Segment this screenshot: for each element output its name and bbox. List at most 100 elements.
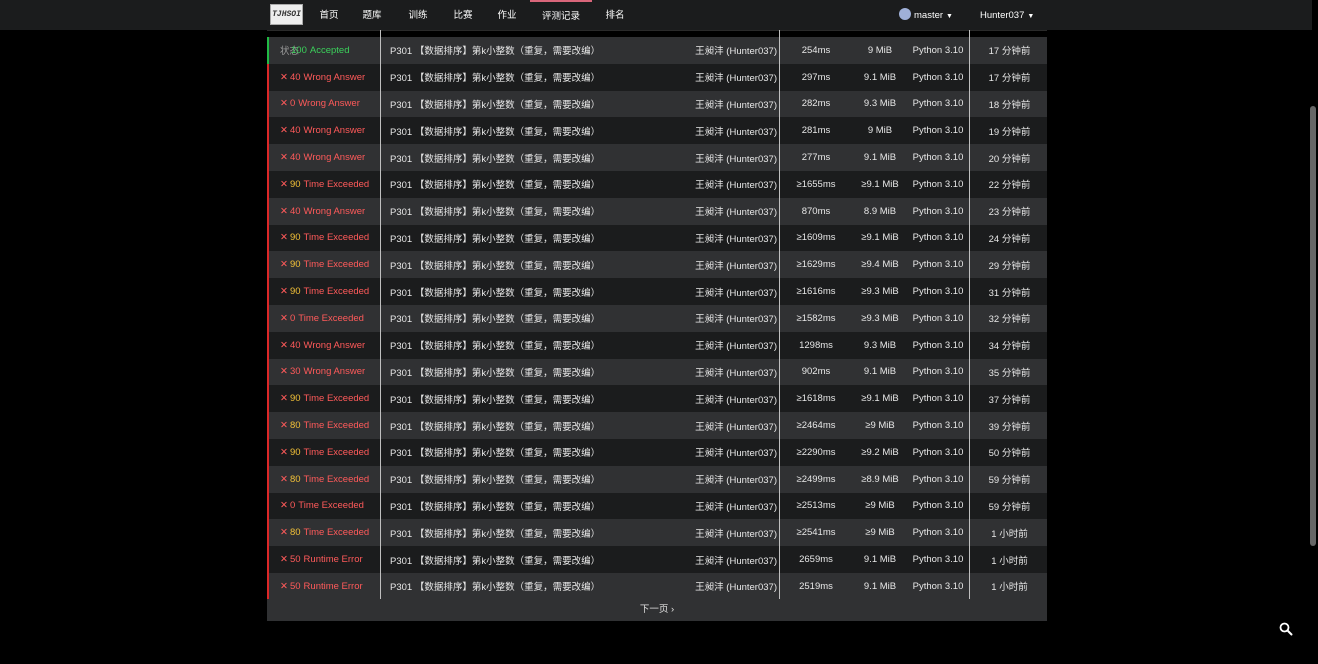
result-label[interactable]: Time Exceeded <box>304 232 370 243</box>
submitter-link[interactable]: 王昶沣 (Hunter037) <box>695 412 777 439</box>
nav-item-problems[interactable]: 题库 <box>358 0 386 30</box>
submitter-link[interactable]: 王昶沣 (Hunter037) <box>695 171 777 198</box>
problem-link[interactable]: P301 【数据排序】第k小整数（重复，需要改编） <box>390 198 660 225</box>
problem-link[interactable]: P301 【数据排序】第k小整数（重复，需要改编） <box>390 305 660 332</box>
table-row[interactable]: ✕ 90 Time Exceeded P301 【数据排序】第k小整数（重复，需要改编… <box>267 438 1047 466</box>
submitter-link[interactable]: 王昶沣 (Hunter037) <box>695 519 777 546</box>
submitter-link[interactable]: 王昶沣 (Hunter037) <box>695 466 777 493</box>
submitter-link[interactable]: 王昶沣 (Hunter037) <box>695 251 777 278</box>
table-row[interactable]: ✕ 40 Wrong Answer P301 【数据排序】第k小整数（重复，需要改编）… <box>267 197 1047 225</box>
user-menu-account[interactable]: Hunter037 ▼ <box>980 0 1034 30</box>
table-row[interactable]: ✕ 80 Time Exceeded P301 【数据排序】第k小整数（重复，需要改编… <box>267 465 1047 493</box>
search-icon[interactable] <box>1279 622 1293 636</box>
submitter-link[interactable]: 王昶沣 (Hunter037) <box>695 198 777 225</box>
result-label[interactable]: Wrong Answer <box>298 98 360 109</box>
nav-item-ranking[interactable]: 排名 <box>601 0 629 30</box>
problem-link[interactable]: P301 【数据排序】第k小整数（重复，需要改编） <box>390 385 660 412</box>
result-label[interactable]: Wrong Answer <box>304 366 366 377</box>
result-label[interactable]: Time Exceeded <box>304 447 370 458</box>
problem-link[interactable]: P301 【数据排序】第k小整数（重复，需要改编） <box>390 251 660 278</box>
result-label[interactable]: Wrong Answer <box>304 125 366 136</box>
table-row[interactable]: ✕ 40 Wrong Answer P301 【数据排序】第k小整数（重复，需要改编）… <box>267 331 1047 359</box>
problem-link[interactable]: P301 【数据排序】第k小整数（重复，需要改编） <box>390 412 660 439</box>
table-row[interactable]: ✕ 90 Time Exceeded P301 【数据排序】第k小整数（重复，需要改编… <box>267 170 1047 198</box>
result-label[interactable]: Time Exceeded <box>304 286 370 297</box>
table-row[interactable]: ✕ 30 Wrong Answer P301 【数据排序】第k小整数（重复，需要改编）… <box>267 358 1047 386</box>
submitter-link[interactable]: 王昶沣 (Hunter037) <box>695 493 777 520</box>
result-label[interactable]: Accepted <box>310 45 350 56</box>
user-menu-master[interactable]: master ▼ <box>899 0 953 30</box>
problem-link[interactable]: P301 【数据排序】第k小整数（重复，需要改编） <box>390 117 660 144</box>
close-icon: ✕ <box>280 420 288 432</box>
submitter-link[interactable]: 王昶沣 (Hunter037) <box>695 64 777 91</box>
table-row[interactable]: ✕ 0 Time Exceeded P301 【数据排序】第k小整数（重复，需要改编）… <box>267 492 1047 520</box>
table-row[interactable]: ✕ 90 Time Exceeded P301 【数据排序】第k小整数（重复，需要改编… <box>267 385 1047 413</box>
result-label[interactable]: Time Exceeded <box>298 500 364 511</box>
table-row[interactable]: ✕ 90 Time Exceeded P301 【数据排序】第k小整数（重复，需要改编… <box>267 224 1047 252</box>
problem-link[interactable]: P301 【数据排序】第k小整数（重复，需要改编） <box>390 91 660 118</box>
result-label[interactable]: Wrong Answer <box>304 72 366 83</box>
problem-link[interactable]: P301 【数据排序】第k小整数（重复，需要改编） <box>390 573 660 600</box>
nav-item-records[interactable]: 评测记录 <box>530 0 592 30</box>
problem-link[interactable]: P301 【数据排序】第k小整数（重复，需要改编） <box>390 439 660 466</box>
table-row[interactable]: ✕ 80 Time Exceeded P301 【数据排序】第k小整数（重复，需要改编… <box>267 412 1047 439</box>
result-label[interactable]: Time Exceeded <box>304 420 370 431</box>
submitter-link[interactable]: 王昶沣 (Hunter037) <box>695 332 777 359</box>
submitter-link[interactable]: 王昶沣 (Hunter037) <box>695 37 777 64</box>
table-row[interactable]: 状态 100 Accepted P301 【数据排序】第k小整数（重复，需要改编） 王昶… <box>267 37 1047 64</box>
submitter-link[interactable]: 王昶沣 (Hunter037) <box>695 385 777 412</box>
problem-link[interactable]: P301 【数据排序】第k小整数（重复，需要改编） <box>390 493 660 520</box>
problem-link[interactable]: P301 【数据排序】第k小整数（重复，需要改编） <box>390 64 660 91</box>
submitter-link[interactable]: 王昶沣 (Hunter037) <box>695 305 777 332</box>
table-row[interactable]: ✕ 40 Wrong Answer P301 【数据排序】第k小整数（重复，需要改编）… <box>267 144 1047 171</box>
result-label[interactable]: Time Exceeded <box>304 474 370 485</box>
problem-link[interactable]: P301 【数据排序】第k小整数（重复，需要改编） <box>390 546 660 573</box>
result-label[interactable]: Time Exceeded <box>304 527 370 538</box>
next-page-link[interactable]: 下一页 › <box>640 604 674 615</box>
scrollbar[interactable] <box>1310 106 1316 546</box>
nav-item-home[interactable]: 首页 <box>315 0 343 30</box>
table-row[interactable]: ✕ 40 Wrong Answer P301 【数据排序】第k小整数（重复，需要改编）… <box>267 117 1047 145</box>
table-row[interactable]: ✕ 50 Runtime Error P301 【数据排序】第k小整数（重复，需要改编… <box>267 572 1047 600</box>
problem-link[interactable]: P301 【数据排序】第k小整数（重复，需要改编） <box>390 225 660 252</box>
result-label[interactable]: Wrong Answer <box>304 340 366 351</box>
result-label[interactable]: Time Exceeded <box>304 179 370 190</box>
problem-link[interactable]: P301 【数据排序】第k小整数（重复，需要改编） <box>390 466 660 493</box>
memory-cell: 9.1 MiB <box>863 71 897 83</box>
submitter-link[interactable]: 王昶沣 (Hunter037) <box>695 439 777 466</box>
problem-link[interactable]: P301 【数据排序】第k小整数（重复，需要改编） <box>390 332 660 359</box>
submitter-link[interactable]: 王昶沣 (Hunter037) <box>695 546 777 573</box>
submitter-link[interactable]: 王昶沣 (Hunter037) <box>695 278 777 305</box>
submitter-link[interactable]: 王昶沣 (Hunter037) <box>695 117 777 144</box>
result-label[interactable]: Runtime Error <box>304 554 363 565</box>
submitter-link[interactable]: 王昶沣 (Hunter037) <box>695 573 777 600</box>
submitter-link[interactable]: 王昶沣 (Hunter037) <box>695 225 777 252</box>
table-row[interactable]: ✕ 80 Time Exceeded P301 【数据排序】第k小整数（重复，需要改编… <box>267 519 1047 547</box>
nav-item-training[interactable]: 训练 <box>404 0 432 30</box>
problem-link[interactable]: P301 【数据排序】第k小整数（重复，需要改编） <box>390 144 660 171</box>
problem-link[interactable]: P301 【数据排序】第k小整数（重复，需要改编） <box>390 171 660 198</box>
submitter-link[interactable]: 王昶沣 (Hunter037) <box>695 91 777 118</box>
site-logo[interactable]: TJHSOI <box>270 4 303 25</box>
table-row[interactable]: ✕ 90 Time Exceeded P301 【数据排序】第k小整数（重复，需要改编… <box>267 278 1047 305</box>
problem-link[interactable]: P301 【数据排序】第k小整数（重复，需要改编） <box>390 519 660 546</box>
result-label[interactable]: Wrong Answer <box>304 206 366 217</box>
language-cell: Python 3.10 <box>912 152 964 164</box>
result-label[interactable]: Time Exceeded <box>304 393 370 404</box>
nav-item-homework[interactable]: 作业 <box>493 0 521 30</box>
result-label[interactable]: Runtime Error <box>304 581 363 592</box>
table-row[interactable]: ✕ 0 Time Exceeded P301 【数据排序】第k小整数（重复，需要改编）… <box>267 304 1047 332</box>
nav-item-contests[interactable]: 比赛 <box>449 0 477 30</box>
result-label[interactable]: Time Exceeded <box>298 313 364 324</box>
problem-link[interactable]: P301 【数据排序】第k小整数（重复，需要改编） <box>390 359 660 386</box>
table-row[interactable]: ✕ 40 Wrong Answer P301 【数据排序】第k小整数（重复，需要改编）… <box>267 63 1047 91</box>
table-row[interactable]: ✕ 0 Wrong Answer P301 【数据排序】第k小整数（重复，需要改编） 王… <box>267 90 1047 118</box>
table-row[interactable]: ✕ 90 Time Exceeded P301 【数据排序】第k小整数（重复，需要改编… <box>267 251 1047 279</box>
submitter-link[interactable]: 王昶沣 (Hunter037) <box>695 144 777 171</box>
table-row[interactable]: ✕ 50 Runtime Error P301 【数据排序】第k小整数（重复，需要改编… <box>267 546 1047 573</box>
problem-link[interactable]: P301 【数据排序】第k小整数（重复，需要改编） <box>390 278 660 305</box>
submitter-link[interactable]: 王昶沣 (Hunter037) <box>695 359 777 386</box>
result-label[interactable]: Time Exceeded <box>304 259 370 270</box>
problem-link[interactable]: P301 【数据排序】第k小整数（重复，需要改编） <box>390 37 660 64</box>
result-label[interactable]: Wrong Answer <box>304 152 366 163</box>
